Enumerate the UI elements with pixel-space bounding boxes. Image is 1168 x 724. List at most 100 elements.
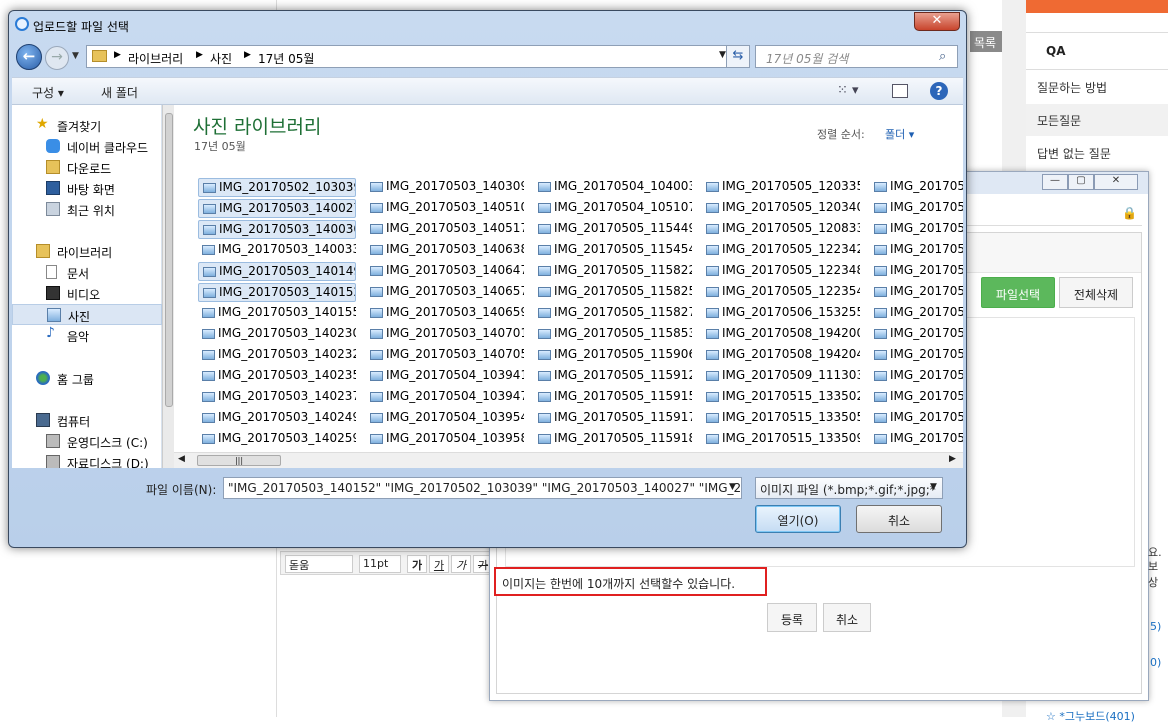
nav-documents[interactable]: 문서 [12,262,162,283]
qa-link-how-to-ask[interactable]: 질문하는 방법 [1026,71,1168,103]
preview-pane-icon[interactable] [892,84,908,98]
open-button[interactable]: 열기(O) [755,505,841,533]
file-item[interactable]: IMG_201705 [870,430,963,449]
file-item[interactable]: IMG_201705 [870,283,963,302]
file-item[interactable]: IMG_20170504_103941 [366,367,524,386]
file-item[interactable]: IMG_20170508_194204 [702,346,860,365]
file-item[interactable]: IMG_20170503_140237 [198,388,356,407]
file-item[interactable]: IMG_20170505_120833 [702,220,860,239]
minimize-icon[interactable]: — [1042,174,1068,190]
file-item[interactable]: IMG_20170504_104003 [534,178,692,197]
address-dropdown-icon[interactable]: ▼ [719,50,726,60]
file-item[interactable]: IMG_201705 [870,241,963,260]
file-item[interactable]: IMG_20170503_140030 [198,220,356,239]
sort-dropdown[interactable]: 폴더 ▾ [885,126,914,142]
address-bar[interactable]: ▶ 라이브러리 ▶ 사진 ▶ 17년 05월 ▼ [86,45,750,68]
file-item[interactable]: IMG_201705 [870,199,963,218]
file-item[interactable]: IMG_20170502_103039 [198,178,356,197]
file-item[interactable]: IMG_20170504_103958 [366,430,524,449]
file-item[interactable]: IMG_201705 [870,262,963,281]
file-item[interactable]: IMG_20170504_103954 [366,409,524,428]
nav-desktop[interactable]: 바탕 화면 [12,178,162,199]
file-item[interactable]: IMG_20170505_115918 [534,430,692,449]
qa-link-all-questions[interactable]: 모든질문 [1026,104,1168,136]
filetype-dropdown-icon[interactable]: ▼ [930,482,937,492]
nav-libraries[interactable]: 라이브러리 [12,241,162,262]
font-size-select[interactable]: 11pt [359,555,401,573]
font-select[interactable]: 돋움 [285,555,353,573]
file-item[interactable]: IMG_20170504_103947 [366,388,524,407]
file-item[interactable]: IMG_201705 [870,325,963,344]
file-item[interactable]: IMG_20170505_122348 [702,262,860,281]
italic-button[interactable]: 가 [451,555,471,573]
file-item[interactable]: IMG_20170505_115827 [534,304,692,323]
file-item[interactable]: IMG_201705 [870,304,963,323]
scroll-left-icon[interactable]: ◀ [178,454,185,464]
file-item[interactable]: IMG_20170503_140152 [198,283,356,302]
search-input[interactable]: 17년 05월 검색 ⌕ [755,45,958,68]
file-item[interactable]: IMG_20170505_115825 [534,283,692,302]
file-item[interactable]: IMG_20170515_133502 [702,388,860,407]
file-item[interactable]: IMG_20170505_115915 [534,388,692,407]
file-item[interactable]: IMG_20170503_140309 [366,178,524,197]
history-dropdown-icon[interactable]: ▼ [72,51,79,61]
filename-input[interactable]: "IMG_20170503_140152" "IMG_20170502_1030… [223,477,742,499]
filename-dropdown-icon[interactable]: ▼ [729,482,736,492]
file-item[interactable]: IMG_20170503_140517 [366,220,524,239]
view-options-icon[interactable]: ⁙ ▾ [837,83,859,98]
file-item[interactable]: IMG_20170505_115454 [534,241,692,260]
file-item[interactable]: IMG_20170503_140510 [366,199,524,218]
list-button[interactable]: 목록 [970,31,1002,52]
file-item[interactable]: IMG_20170503_140259 [198,430,356,449]
close-icon[interactable]: ✕ [1094,174,1138,190]
breadcrumb-month[interactable]: 17년 05월 [258,50,314,67]
file-select-button[interactable]: 파일선택 [981,277,1055,308]
file-item[interactable]: IMG_20170505_120340 [702,199,860,218]
file-item[interactable]: IMG_201705 [870,409,963,428]
scroll-right-icon[interactable]: ▶ [949,454,956,464]
nav-scrollbar[interactable] [162,105,174,468]
file-item[interactable]: IMG_20170515_133509 [702,430,860,449]
file-item[interactable]: IMG_20170503_140701 [366,325,524,344]
file-item[interactable]: IMG_20170505_115449 [534,220,692,239]
file-horizontal-scrollbar[interactable]: ◀ ||| ▶ [174,452,963,468]
file-item[interactable]: IMG_20170505_120335 [702,178,860,197]
file-item[interactable]: IMG_20170508_194200 [702,325,860,344]
file-item[interactable]: IMG_20170503_140638 [366,241,524,260]
file-item[interactable]: IMG_20170509_111303 [702,367,860,386]
file-item[interactable]: IMG_20170503_140149 [198,262,356,281]
nav-favorites[interactable]: ★ 즐겨찾기 [12,115,162,136]
file-item[interactable]: IMG_201705 [870,367,963,386]
file-item[interactable]: IMG_20170503_140033 [198,241,356,260]
popup-cancel-button[interactable]: 취소 [823,603,871,632]
organize-menu[interactable]: 구성 ▾ [32,84,64,101]
filetype-select[interactable]: 이미지 파일 (*.bmp;*.gif;*.jpg;* [755,477,943,499]
nav-drive-c[interactable]: 운영디스크 (C:) [12,431,162,452]
file-item[interactable]: IMG_20170515_133505 [702,409,860,428]
nav-computer[interactable]: 컴퓨터 [12,410,162,431]
file-item[interactable]: IMG_20170503_140657 [366,283,524,302]
search-icon[interactable]: ⌕ [939,49,946,64]
file-item[interactable]: IMG_20170505_115853 [534,325,692,344]
file-item[interactable]: IMG_201705 [870,178,963,197]
file-item[interactable]: IMG_20170503_140647 [366,262,524,281]
refresh-icon[interactable]: ⇆ [726,45,750,68]
file-item[interactable]: IMG_201705 [870,220,963,239]
file-item[interactable]: IMG_20170506_153255 [702,304,860,323]
nav-pictures[interactable]: 사진 [12,304,162,325]
forward-arrow-icon[interactable]: → [45,46,69,70]
file-item[interactable]: IMG_20170505_115912 [534,367,692,386]
file-item[interactable]: IMG_20170503_140235 [198,367,356,386]
help-icon[interactable]: ? [930,82,948,100]
file-item[interactable]: IMG_20170503_140232 [198,346,356,365]
back-arrow-icon[interactable]: ← [16,44,42,70]
file-item[interactable]: IMG_201705 [870,388,963,407]
underline-button[interactable]: 가 [429,555,449,573]
dialog-close-button[interactable]: ✕ [914,12,960,31]
file-item[interactable]: IMG_20170505_122354 [702,283,860,302]
nav-recent[interactable]: 최근 위치 [12,199,162,220]
file-item[interactable]: IMG_20170503_140230 [198,325,356,344]
bold-button[interactable]: 가 [407,555,427,573]
file-item[interactable]: IMG_20170503_140155 [198,304,356,323]
nav-cloud[interactable]: 네이버 클라우드 [12,136,162,157]
